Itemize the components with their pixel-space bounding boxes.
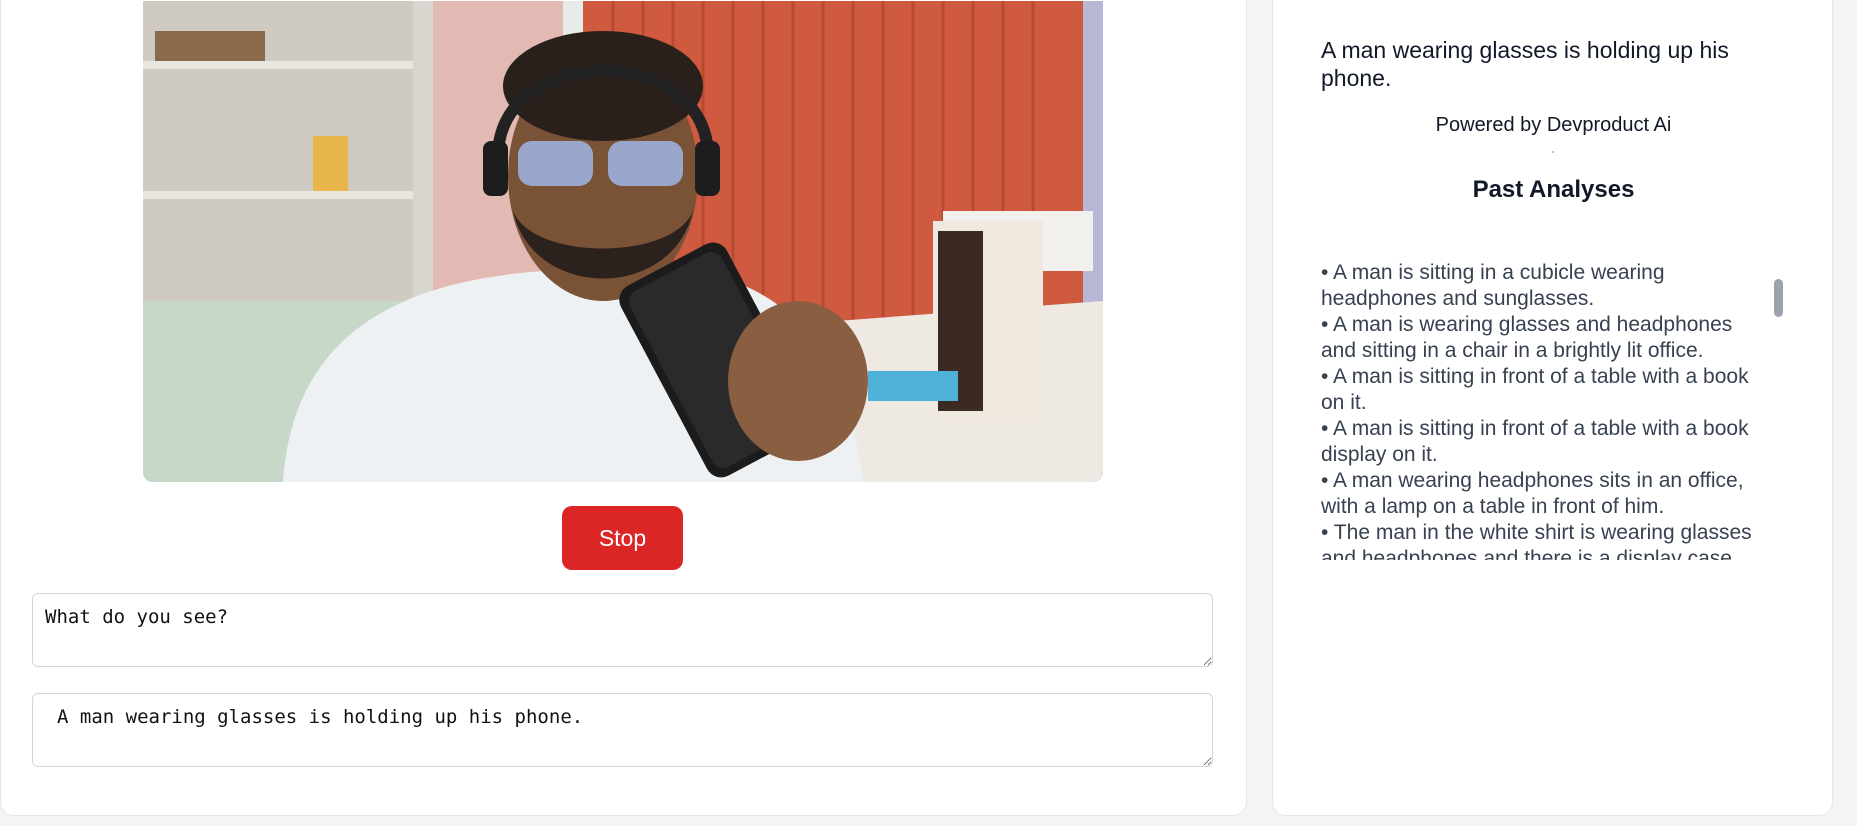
list-item: • A man is wearing glasses and headphone… xyxy=(1321,313,1733,362)
camera-feed-image xyxy=(143,1,1103,482)
list-item: • A man is sitting in front of a table w… xyxy=(1321,417,1749,466)
stop-button[interactable]: Stop xyxy=(562,506,683,570)
list-item: • A man is sitting in a cubicle wearing … xyxy=(1321,261,1665,310)
camera-feed xyxy=(143,1,1103,482)
past-analyses-title: Past Analyses xyxy=(1472,176,1635,203)
past-analyses-list[interactable]: • A man is sitting in a cubicle wearing … xyxy=(1321,260,1771,560)
list-item: • A man is sitting in front of a table w… xyxy=(1321,365,1749,414)
scrollbar-thumb[interactable] xyxy=(1774,279,1783,317)
list-item: • A man wearing headphones sits in an of… xyxy=(1321,469,1744,518)
sidebar-panel: A man wearing glasses is holding up his … xyxy=(1272,0,1833,816)
list-item: • The man in the white shirt is wearing … xyxy=(1321,521,1752,560)
response-output[interactable]: A man wearing glasses is holding up his … xyxy=(32,693,1213,767)
prompt-input[interactable]: What do you see? xyxy=(32,593,1213,667)
main-panel: Stop What do you see? A man wearing glas… xyxy=(0,0,1247,816)
powered-by-label: Powered by Devproduct Ai xyxy=(1435,114,1672,136)
divider-dot xyxy=(1552,151,1554,153)
current-caption: A man wearing glasses is holding up his … xyxy=(1321,37,1729,91)
